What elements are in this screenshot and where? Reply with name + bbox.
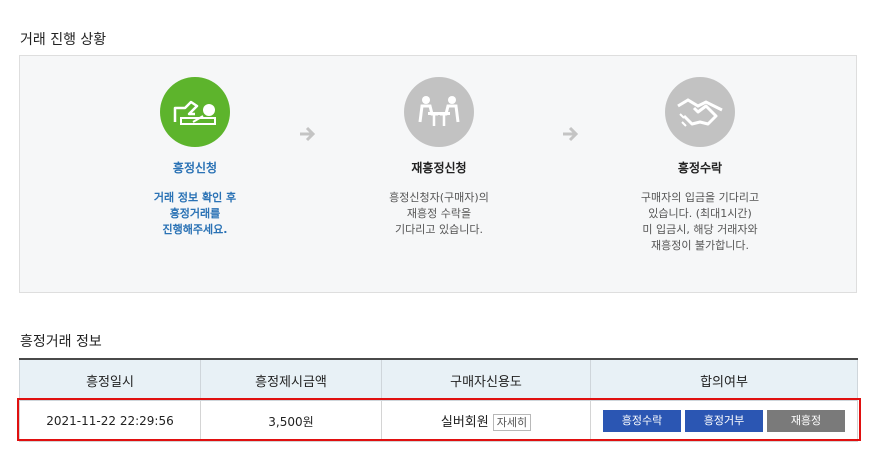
negotiation-info-table: 흥정일시 흥정제시금액 구매자신용도 합의여부 2021-11-22 22:29…: [19, 358, 858, 442]
step-negotiation-accept: 흥정수락 구매자의 입금을 기다리고 있습니다. (최대1시간) 미 입금시, …: [610, 77, 790, 254]
handshake-icon: [665, 77, 735, 147]
accept-button[interactable]: 흥정수락: [603, 410, 681, 432]
step-description: 흥정신청자(구매자)의 재흥정 수락을 기다리고 있습니다.: [389, 191, 489, 236]
negotiation-date: 2021-11-22 22:29:56: [19, 400, 201, 442]
buyer-credit-cell: 실버회원 자세히: [381, 400, 591, 442]
reject-button[interactable]: 흥정거부: [685, 410, 763, 432]
arrow-right-icon: [300, 126, 316, 142]
step-description: 거래 정보 확인 후 흥정거래를 진행해주세요.: [153, 191, 237, 236]
agreement-actions: 흥정수락 흥정거부 재흥정: [590, 400, 858, 442]
header-date: 흥정일시: [19, 358, 201, 401]
info-section-title: 흥정거래 정보: [20, 334, 102, 350]
step-renegotiation-request: 재흥정신청 흥정신청자(구매자)의 재흥정 수락을 기다리고 있습니다.: [349, 77, 529, 238]
meeting-table-icon: [404, 77, 474, 147]
header-amount: 흥정제시금액: [200, 358, 382, 401]
step-title: 재흥정신청: [411, 161, 467, 175]
table-header-row: 흥정일시 흥정제시금액 구매자신용도 합의여부: [19, 358, 858, 401]
buyer-credit-level: 실버회원: [440, 415, 489, 430]
table-row: 2021-11-22 22:29:56 3,500원 실버회원 자세히 흥정수락 흥…: [19, 400, 858, 442]
progress-panel: 흥정신청 거래 정보 확인 후 흥정거래를 진행해주세요. 재흥정신청 흥정신청…: [19, 55, 857, 293]
negotiation-amount: 3,500원: [200, 400, 382, 442]
step-title: 흥정신청: [172, 161, 218, 175]
step-negotiation-request: 흥정신청 거래 정보 확인 후 흥정거래를 진행해주세요.: [105, 77, 285, 238]
arrow-right-icon: [563, 126, 579, 142]
header-credit: 구매자신용도: [381, 358, 591, 401]
step-title: 흥정수락: [677, 161, 723, 175]
detail-button[interactable]: 자세히: [492, 414, 532, 431]
header-agreement: 합의여부: [590, 358, 858, 401]
step-description: 구매자의 입금을 기다리고 있습니다. (최대1시간) 미 입금시, 해당 거래…: [640, 191, 760, 252]
renegotiate-button[interactable]: 재흥정: [767, 410, 845, 432]
hand-signing-icon: [160, 77, 230, 147]
progress-section-title: 거래 진행 상황: [20, 32, 107, 48]
